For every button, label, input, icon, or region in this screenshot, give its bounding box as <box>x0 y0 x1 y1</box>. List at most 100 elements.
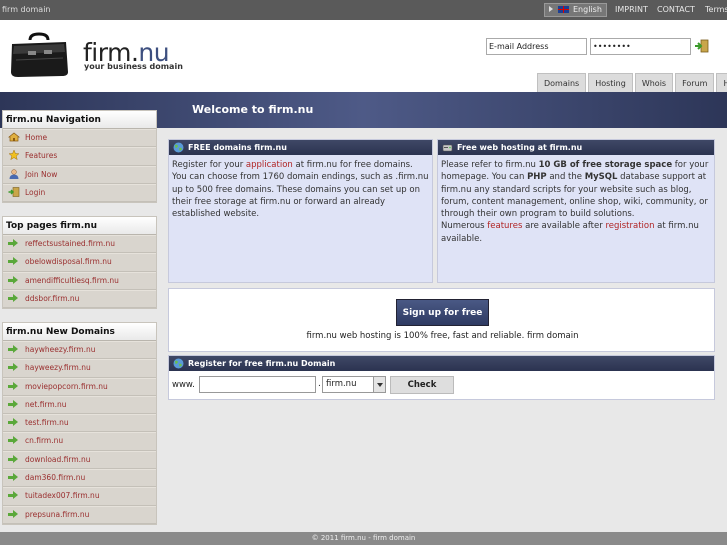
link-label: cn.firm.nu <box>25 436 64 446</box>
link-label: test.firm.nu <box>25 418 69 428</box>
arrow-right-icon <box>8 239 18 247</box>
arrow-right-icon <box>8 363 18 372</box>
login-door-icon[interactable] <box>694 39 710 53</box>
nav-item-home[interactable]: Home <box>3 129 156 148</box>
briefcase-logo-icon[interactable] <box>8 32 70 78</box>
new-domain-link[interactable]: prepsuna.firm.nu <box>3 505 156 524</box>
link-label: reffectsustained.firm.nu <box>25 239 115 248</box>
arrow-right-icon <box>8 293 18 302</box>
dot-separator: . <box>318 379 321 389</box>
terms-link[interactable]: Terms <box>705 5 727 14</box>
text-part: and the <box>546 172 585 183</box>
arrow-right-icon <box>8 257 18 266</box>
storage-bold: 10 GB of free storage space <box>538 160 673 170</box>
globe-icon <box>173 142 184 153</box>
free-hosting-text: Please refer to firm.nu 10 GB of free st… <box>438 155 714 249</box>
new-domain-link[interactable]: dam360.firm.nu <box>3 469 156 488</box>
top-page-link[interactable]: ddsbor.firm.nu <box>3 289 156 309</box>
play-icon <box>549 6 553 12</box>
welcome-heading: Welcome to firm.nu <box>192 103 314 116</box>
main-tabs: Domains Hosting Whois Forum Help <box>537 73 727 92</box>
new-domain-link[interactable]: cn.firm.nu <box>3 432 156 451</box>
arrow-right-icon <box>8 454 18 463</box>
arrow-right-icon <box>8 509 18 518</box>
nav-label: Home <box>25 133 48 142</box>
link-label: net.firm.nu <box>25 399 67 409</box>
tab-forum[interactable]: Forum <box>675 73 715 92</box>
text-part: Please refer to firm.nu <box>441 160 539 170</box>
tab-domains[interactable]: Domains <box>537 73 587 92</box>
tab-help[interactable]: Help <box>716 73 727 92</box>
new-domain-link[interactable]: haywheezy.firm.nu <box>3 341 156 360</box>
link-label: download.firm.nu <box>25 454 91 464</box>
star-icon <box>8 150 20 161</box>
nav-label: Features <box>25 151 58 161</box>
link-label: tuitadex007.firm.nu <box>25 491 100 501</box>
link-label: prepsuna.firm.nu <box>25 509 90 519</box>
chevron-down-icon <box>373 377 385 392</box>
mysql-bold: MySQL <box>584 172 618 183</box>
register-domain-panel: Register for free firm.nu Domain www. . … <box>168 355 715 400</box>
nav-item-features[interactable]: Features <box>3 147 156 166</box>
language-label: English <box>573 5 602 14</box>
register-header: Register for free firm.nu Domain <box>169 356 714 371</box>
check-button[interactable]: Check <box>390 376 454 394</box>
language-selector[interactable]: English <box>544 3 607 17</box>
domain-name-input[interactable] <box>199 376 316 393</box>
top-pages-title: Top pages firm.nu <box>3 217 156 235</box>
text-part: Numerous <box>441 221 488 232</box>
arrow-right-icon <box>8 381 18 390</box>
new-domain-link[interactable]: hayweezy.firm.nu <box>3 359 156 378</box>
features-link[interactable]: features <box>487 221 522 231</box>
new-domain-link[interactable]: test.firm.nu <box>3 414 156 433</box>
email-field[interactable] <box>486 38 587 55</box>
nav-label: Join Now <box>25 169 58 179</box>
link-label: hayweezy.firm.nu <box>25 363 91 373</box>
top-bar: firm domain English IMPRINT CONTACT Term… <box>0 0 727 20</box>
tab-hosting[interactable]: Hosting <box>588 73 633 92</box>
text-part: Register for your <box>172 160 246 170</box>
new-domain-link[interactable]: download.firm.nu <box>3 450 156 470</box>
uk-flag-icon <box>558 6 569 13</box>
user-icon <box>9 168 19 179</box>
free-domains-text: Register for your application at firm.nu… <box>169 155 432 224</box>
top-page-link[interactable]: obelowdisposal.firm.nu <box>3 253 156 272</box>
signup-button[interactable]: Sign up for free <box>396 299 489 326</box>
arrow-right-icon <box>8 473 18 482</box>
free-domains-box: FREE domains firm.nu Register for your a… <box>168 139 433 283</box>
top-page-link[interactable]: amendifficultiesq.firm.nu <box>3 271 156 290</box>
new-domain-link[interactable]: net.firm.nu <box>3 395 156 415</box>
arrow-right-icon <box>8 418 18 427</box>
header: firm.nu your business domain Domains Hos… <box>0 20 727 92</box>
tab-whois[interactable]: Whois <box>634 73 674 92</box>
nav-box: firm.nu Navigation Home Features Join No… <box>2 110 157 204</box>
imprint-link[interactable]: IMPRINT <box>615 5 648 14</box>
link-label: moviepopcorn.firm.nu <box>25 381 108 391</box>
new-domain-link[interactable]: moviepopcorn.firm.nu <box>3 377 156 396</box>
contact-link[interactable]: CONTACT <box>657 5 695 14</box>
register-title: Register for free firm.nu Domain <box>188 359 336 368</box>
nav-item-join[interactable]: Join Now <box>3 165 156 184</box>
registration-link[interactable]: registration <box>605 221 654 231</box>
new-domains-title: firm.nu New Domains <box>3 323 156 341</box>
link-label: dam360.firm.nu <box>25 473 86 483</box>
www-prefix: www. <box>172 380 195 390</box>
php-bold: PHP <box>527 172 547 183</box>
signup-tagline: firm.nu web hosting is 100% free, fast a… <box>306 331 579 341</box>
link-label: haywheezy.firm.nu <box>25 345 96 354</box>
nav-item-login[interactable]: Login <box>3 183 156 203</box>
server-icon <box>442 144 453 152</box>
domain-ending-select[interactable]: firm.nu <box>322 376 386 393</box>
arrow-right-icon <box>8 436 18 445</box>
password-field[interactable] <box>590 38 691 55</box>
logo-tagline: your business domain <box>84 62 183 71</box>
top-page-link[interactable]: reffectsustained.firm.nu <box>3 235 156 254</box>
arrow-right-icon <box>8 491 18 500</box>
footer: © 2011 firm.nu - firm domain <box>0 532 727 545</box>
application-link[interactable]: application <box>246 160 293 170</box>
new-domains-box: firm.nu New Domains haywheezy.firm.nu ha… <box>2 322 157 525</box>
new-domain-link[interactable]: tuitadex007.firm.nu <box>3 487 156 506</box>
free-domains-title: FREE domains firm.nu <box>188 143 287 152</box>
link-label: ddsbor.firm.nu <box>25 293 80 303</box>
site-label: firm domain <box>2 5 51 14</box>
